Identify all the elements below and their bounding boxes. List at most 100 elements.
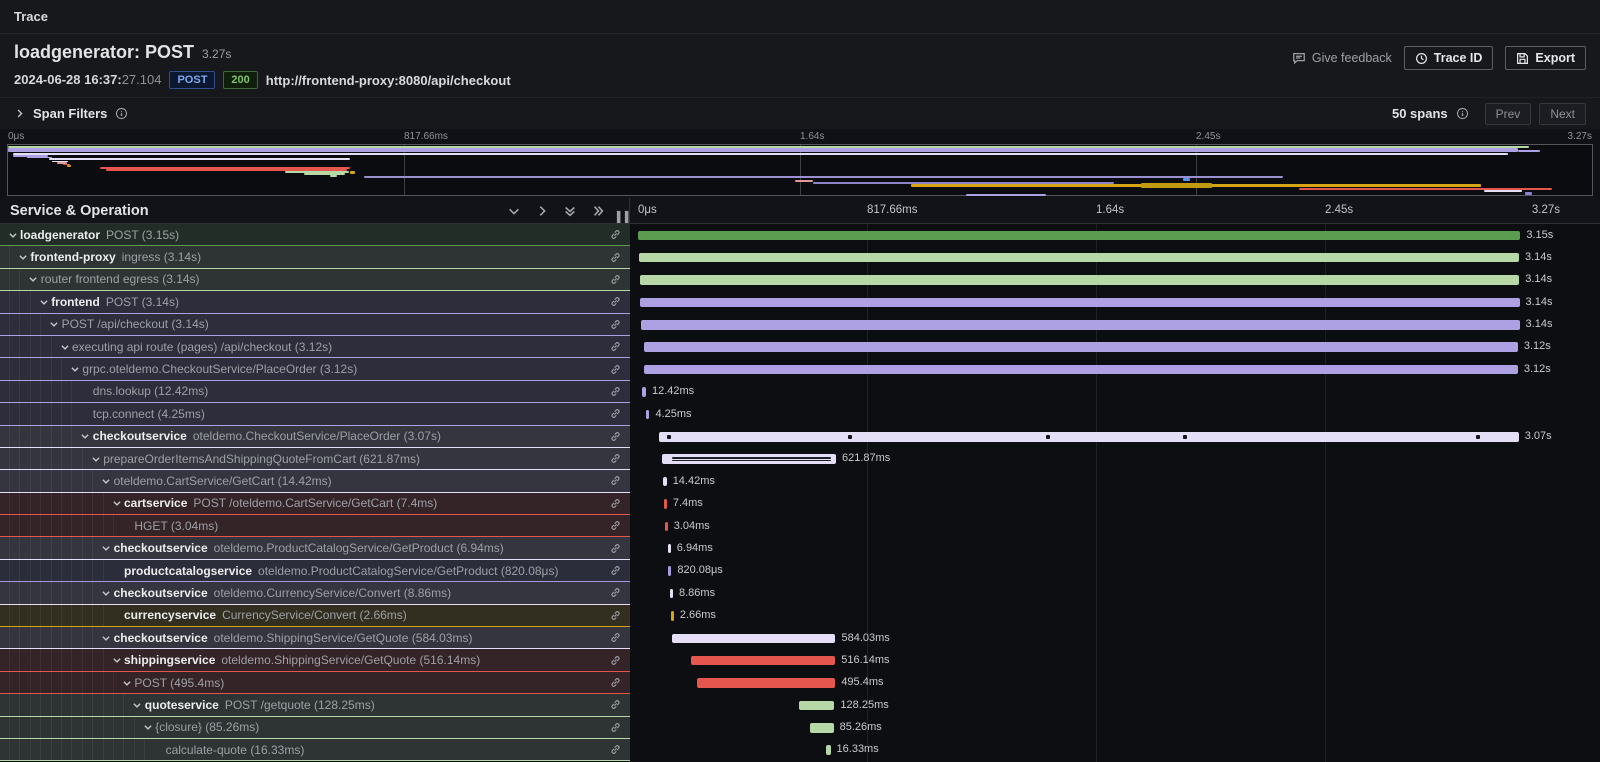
collapse-chevron-icon[interactable] xyxy=(57,342,72,352)
collapse-chevron-icon[interactable] xyxy=(88,454,103,464)
span-bar[interactable] xyxy=(638,231,1520,241)
span-bar[interactable] xyxy=(670,589,673,599)
span-bar[interactable] xyxy=(663,477,667,487)
span-name-cell[interactable]: POST (495.4ms) xyxy=(0,672,630,694)
span-bar[interactable] xyxy=(662,454,836,464)
span-name-cell[interactable]: cartservicePOST /oteldemo.CartService/Ge… xyxy=(0,493,630,515)
span-name-cell[interactable]: executing api route (pages) /api/checkou… xyxy=(0,336,630,358)
span-link-icon[interactable] xyxy=(603,560,630,581)
span-bar[interactable] xyxy=(640,298,1519,308)
span-name-cell[interactable]: tcp.connect (4.25ms) xyxy=(0,403,630,425)
span-bar[interactable] xyxy=(659,432,1519,442)
span-link-icon[interactable] xyxy=(603,246,630,267)
span-link-icon[interactable] xyxy=(603,269,630,290)
info-icon[interactable] xyxy=(115,107,128,120)
span-bar[interactable] xyxy=(644,365,1518,375)
span-name-cell[interactable]: loadgeneratorPOST (3.15s) xyxy=(0,224,630,246)
export-button[interactable]: Export xyxy=(1505,46,1586,70)
span-name-cell[interactable]: {closure} (85.26ms) xyxy=(0,717,630,739)
span-name-cell[interactable]: shippingserviceoteldemo.ShippingService/… xyxy=(0,649,630,671)
column-resize-handle[interactable]: ▌▌ xyxy=(617,212,633,223)
span-link-icon[interactable] xyxy=(603,493,630,514)
span-name-cell[interactable]: POST /api/checkout (3.14s) xyxy=(0,314,630,336)
span-bar[interactable] xyxy=(641,320,1520,330)
collapse-chevron-icon[interactable] xyxy=(47,319,62,329)
span-name-cell[interactable]: productcatalogserviceoteldemo.ProductCat… xyxy=(0,560,630,582)
collapse-chevron-icon[interactable] xyxy=(109,655,124,665)
span-link-icon[interactable] xyxy=(603,515,630,536)
span-bar[interactable] xyxy=(672,634,836,644)
span-link-icon[interactable] xyxy=(603,403,630,424)
expand-one-icon[interactable] xyxy=(535,204,549,218)
collapse-chevron-icon[interactable] xyxy=(140,722,155,732)
span-link-icon[interactable] xyxy=(603,649,630,670)
span-link-icon[interactable] xyxy=(603,694,630,715)
collapse-chevron-icon[interactable] xyxy=(99,588,114,598)
collapse-chevron-icon[interactable] xyxy=(99,633,114,643)
span-name-cell[interactable]: quoteservicePOST /getquote (128.25ms) xyxy=(0,694,630,716)
span-link-icon[interactable] xyxy=(603,627,630,648)
span-bar[interactable] xyxy=(668,544,671,554)
span-link-icon[interactable] xyxy=(603,717,630,738)
collapse-chevron-icon[interactable] xyxy=(130,700,145,710)
collapse-chevron-icon[interactable] xyxy=(67,364,82,374)
span-link-icon[interactable] xyxy=(603,537,630,558)
trace-id-button[interactable]: Trace ID xyxy=(1404,46,1494,70)
span-bar[interactable] xyxy=(640,275,1520,285)
expand-all-icon[interactable] xyxy=(591,204,605,218)
next-button[interactable]: Next xyxy=(1539,103,1586,125)
span-bar[interactable] xyxy=(644,342,1518,352)
span-bar[interactable] xyxy=(697,678,836,688)
span-bar[interactable] xyxy=(671,611,674,621)
span-bar[interactable] xyxy=(668,566,671,576)
span-link-icon[interactable] xyxy=(603,291,630,312)
span-name-cell[interactable]: grpc.oteldemo.CheckoutService/PlaceOrder… xyxy=(0,358,630,380)
span-link-icon[interactable] xyxy=(603,336,630,357)
collapse-chevron-icon[interactable] xyxy=(109,498,124,508)
span-name-cell[interactable]: checkoutserviceoteldemo.CheckoutService/… xyxy=(0,426,630,448)
span-bar[interactable] xyxy=(826,745,831,755)
collapse-chevron-icon[interactable] xyxy=(99,476,114,486)
span-link-icon[interactable] xyxy=(603,358,630,379)
span-name-cell[interactable]: HGET (3.04ms) xyxy=(0,515,630,537)
minimap-selection-area[interactable] xyxy=(7,144,1593,196)
span-name-cell[interactable]: router frontend egress (3.14s) xyxy=(0,269,630,291)
collapse-chevron-icon[interactable] xyxy=(5,230,20,240)
span-name-cell[interactable]: frontend-proxyingress (3.14s) xyxy=(0,246,630,268)
collapse-one-icon[interactable] xyxy=(507,204,521,218)
span-bar[interactable] xyxy=(639,253,1519,263)
span-name-cell[interactable]: currencyserviceCurrencyService/Convert (… xyxy=(0,605,630,627)
collapse-chevron-icon[interactable] xyxy=(36,297,51,307)
span-link-icon[interactable] xyxy=(603,381,630,402)
span-link-icon[interactable] xyxy=(603,739,630,760)
span-bar[interactable] xyxy=(799,701,835,711)
span-bar[interactable] xyxy=(810,723,834,733)
span-name-cell[interactable]: checkoutserviceoteldemo.CurrencyService/… xyxy=(0,582,630,604)
span-link-icon[interactable] xyxy=(603,582,630,603)
prev-button[interactable]: Prev xyxy=(1485,103,1532,125)
give-feedback-link[interactable]: Give feedback xyxy=(1292,51,1392,65)
span-link-icon[interactable] xyxy=(603,314,630,335)
span-filters-label[interactable]: Span Filters xyxy=(33,106,107,121)
span-bar[interactable] xyxy=(665,522,668,532)
span-name-cell[interactable]: checkoutserviceoteldemo.ProductCatalogSe… xyxy=(0,537,630,559)
collapse-chevron-icon[interactable] xyxy=(15,252,30,262)
span-name-cell[interactable]: oteldemo.CartService/GetCart (14.42ms) xyxy=(0,470,630,492)
span-bar[interactable] xyxy=(691,656,836,666)
info-icon[interactable] xyxy=(1456,107,1469,120)
span-link-icon[interactable] xyxy=(603,426,630,447)
span-bar[interactable] xyxy=(646,410,649,420)
span-link-icon[interactable] xyxy=(603,224,630,245)
span-link-icon[interactable] xyxy=(603,605,630,626)
span-link-icon[interactable] xyxy=(603,470,630,491)
collapse-chevron-icon[interactable] xyxy=(99,543,114,553)
span-name-cell[interactable]: calculate-quote (16.33ms) xyxy=(0,739,630,761)
span-bar[interactable] xyxy=(642,387,645,397)
span-link-icon[interactable] xyxy=(603,448,630,469)
chevron-right-icon[interactable] xyxy=(14,108,25,119)
span-link-icon[interactable] xyxy=(603,672,630,693)
span-name-cell[interactable]: dns.lookup (12.42ms) xyxy=(0,381,630,403)
collapse-all-icon[interactable] xyxy=(563,204,577,218)
collapse-chevron-icon[interactable] xyxy=(26,274,41,284)
collapse-chevron-icon[interactable] xyxy=(119,678,134,688)
